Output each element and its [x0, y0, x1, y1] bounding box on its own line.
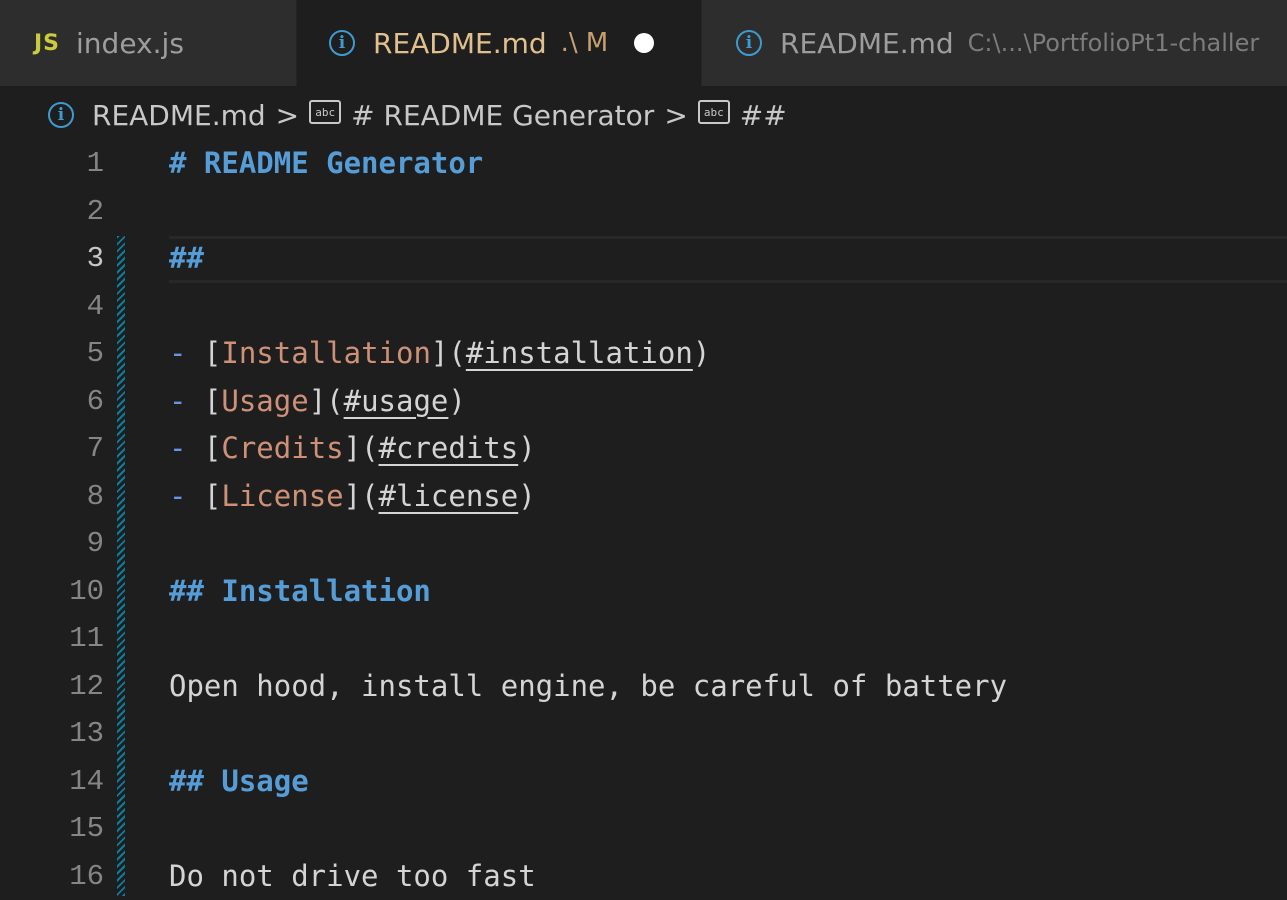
git-modified-badge: M: [586, 28, 608, 58]
line-number: 14: [0, 758, 104, 806]
code-line[interactable]: 14 ## Usage: [0, 758, 1287, 806]
line-number: 10: [0, 568, 104, 616]
code-line[interactable]: 6 - [Usage](#usage): [0, 378, 1287, 426]
token-link: #license: [379, 479, 519, 513]
token-br: [: [204, 479, 221, 513]
code-text: - [Usage](#usage): [169, 378, 466, 426]
code-text: - [Credits](#credits): [169, 425, 536, 473]
line-number: 16: [0, 853, 104, 900]
line-number: 6: [0, 378, 104, 426]
unsaved-dot-icon[interactable]: [634, 33, 654, 53]
line-number: 4: [0, 283, 104, 331]
code-line[interactable]: 3 ##: [0, 235, 1287, 283]
token-br: ): [518, 479, 535, 513]
code-text: Do not drive too fast: [169, 853, 536, 900]
token-br: ](: [344, 479, 379, 513]
line-number: 7: [0, 425, 104, 473]
code-line[interactable]: 2: [0, 188, 1287, 236]
breadcrumb: i README.md > abc # README Generator > a…: [48, 92, 787, 138]
code-text: ##: [169, 235, 204, 283]
token-br: ): [518, 431, 535, 465]
line-number: 15: [0, 805, 104, 853]
token-br: [: [204, 431, 221, 465]
code-text: ## Usage: [169, 758, 309, 806]
code-line[interactable]: 13: [0, 710, 1287, 758]
token-txt: Do not drive too fast: [169, 859, 536, 893]
code-line[interactable]: 10 ## Installation: [0, 568, 1287, 616]
chevron-right-icon: >: [664, 99, 687, 132]
token-lt: License: [221, 479, 343, 513]
string-symbol-icon: abc: [698, 100, 730, 124]
tab-path: .\: [561, 28, 578, 58]
tab-readme-other[interactable]: i README.md C:\...\PortfolioPt1-challer: [701, 0, 1287, 86]
code-line[interactable]: 11: [0, 615, 1287, 663]
breadcrumb-file[interactable]: README.md: [92, 99, 266, 132]
info-icon: i: [329, 30, 355, 56]
tab-label: README.md: [780, 27, 954, 60]
token-link: #usage: [344, 384, 449, 418]
token-dash: -: [169, 384, 204, 418]
tab-label: README.md: [373, 27, 547, 60]
line-number: 8: [0, 473, 104, 521]
token-dash: -: [169, 336, 204, 370]
js-file-icon: JS: [34, 31, 60, 56]
tab-label: index.js: [76, 27, 184, 60]
code-line[interactable]: 5 - [Installation](#installation): [0, 330, 1287, 378]
code-line[interactable]: 9: [0, 520, 1287, 568]
code-line[interactable]: 15: [0, 805, 1287, 853]
token-br: ](: [431, 336, 466, 370]
token-h: ## Usage: [169, 764, 309, 798]
line-number: 3: [0, 235, 104, 283]
info-icon: i: [736, 30, 762, 56]
token-br: ](: [309, 384, 344, 418]
code-text: - [Installation](#installation): [169, 330, 710, 378]
token-h: # README Generator: [169, 146, 483, 180]
code-text: ## Installation: [169, 568, 431, 616]
code-line[interactable]: 16 Do not drive too fast: [0, 853, 1287, 900]
code-line[interactable]: 12 Open hood, install engine, be careful …: [0, 663, 1287, 711]
token-br: ): [693, 336, 710, 370]
token-dash: -: [169, 431, 204, 465]
tab-description: C:\...\PortfolioPt1-challer: [968, 29, 1260, 57]
line-number: 1: [0, 140, 104, 188]
line-number: 9: [0, 520, 104, 568]
code-text: # README Generator: [169, 140, 483, 188]
line-number: 12: [0, 663, 104, 711]
token-lt: Credits: [221, 431, 343, 465]
token-txt: Open hood, install engine, be careful of…: [169, 669, 1007, 703]
token-lt: Usage: [221, 384, 308, 418]
token-h: ## Installation: [169, 574, 431, 608]
token-br: ): [448, 384, 465, 418]
info-icon: i: [48, 102, 74, 128]
code-text: Open hood, install engine, be careful of…: [169, 663, 1007, 711]
code-text: - [License](#license): [169, 473, 536, 521]
breadcrumb-symbol[interactable]: # README Generator: [351, 99, 654, 132]
tab-readme-active[interactable]: i README.md .\ M: [297, 0, 701, 86]
line-number: 5: [0, 330, 104, 378]
token-br: [: [204, 336, 221, 370]
line-number: 11: [0, 615, 104, 663]
code-line[interactable]: 8 - [License](#license): [0, 473, 1287, 521]
tab-index-js[interactable]: JS index.js: [0, 0, 297, 86]
code-line[interactable]: 7 - [Credits](#credits): [0, 425, 1287, 473]
token-dash: -: [169, 479, 204, 513]
token-br: [: [204, 384, 221, 418]
string-symbol-icon: abc: [309, 100, 341, 124]
token-h: ##: [169, 241, 204, 275]
line-number: 2: [0, 188, 104, 236]
chevron-right-icon: >: [276, 99, 299, 132]
token-br: ](: [344, 431, 379, 465]
breadcrumb-symbol[interactable]: ##: [740, 99, 787, 132]
token-link: #credits: [379, 431, 519, 465]
code-line[interactable]: 4: [0, 283, 1287, 331]
code-line[interactable]: 1 # README Generator: [0, 140, 1287, 188]
tab-bar: JS index.js i README.md .\ M i README.md…: [0, 0, 1287, 86]
line-number: 13: [0, 710, 104, 758]
token-lt: Installation: [221, 336, 431, 370]
token-link: #installation: [466, 336, 693, 370]
code-editor[interactable]: 1# README Generator23##45- [Installation…: [0, 140, 1287, 895]
